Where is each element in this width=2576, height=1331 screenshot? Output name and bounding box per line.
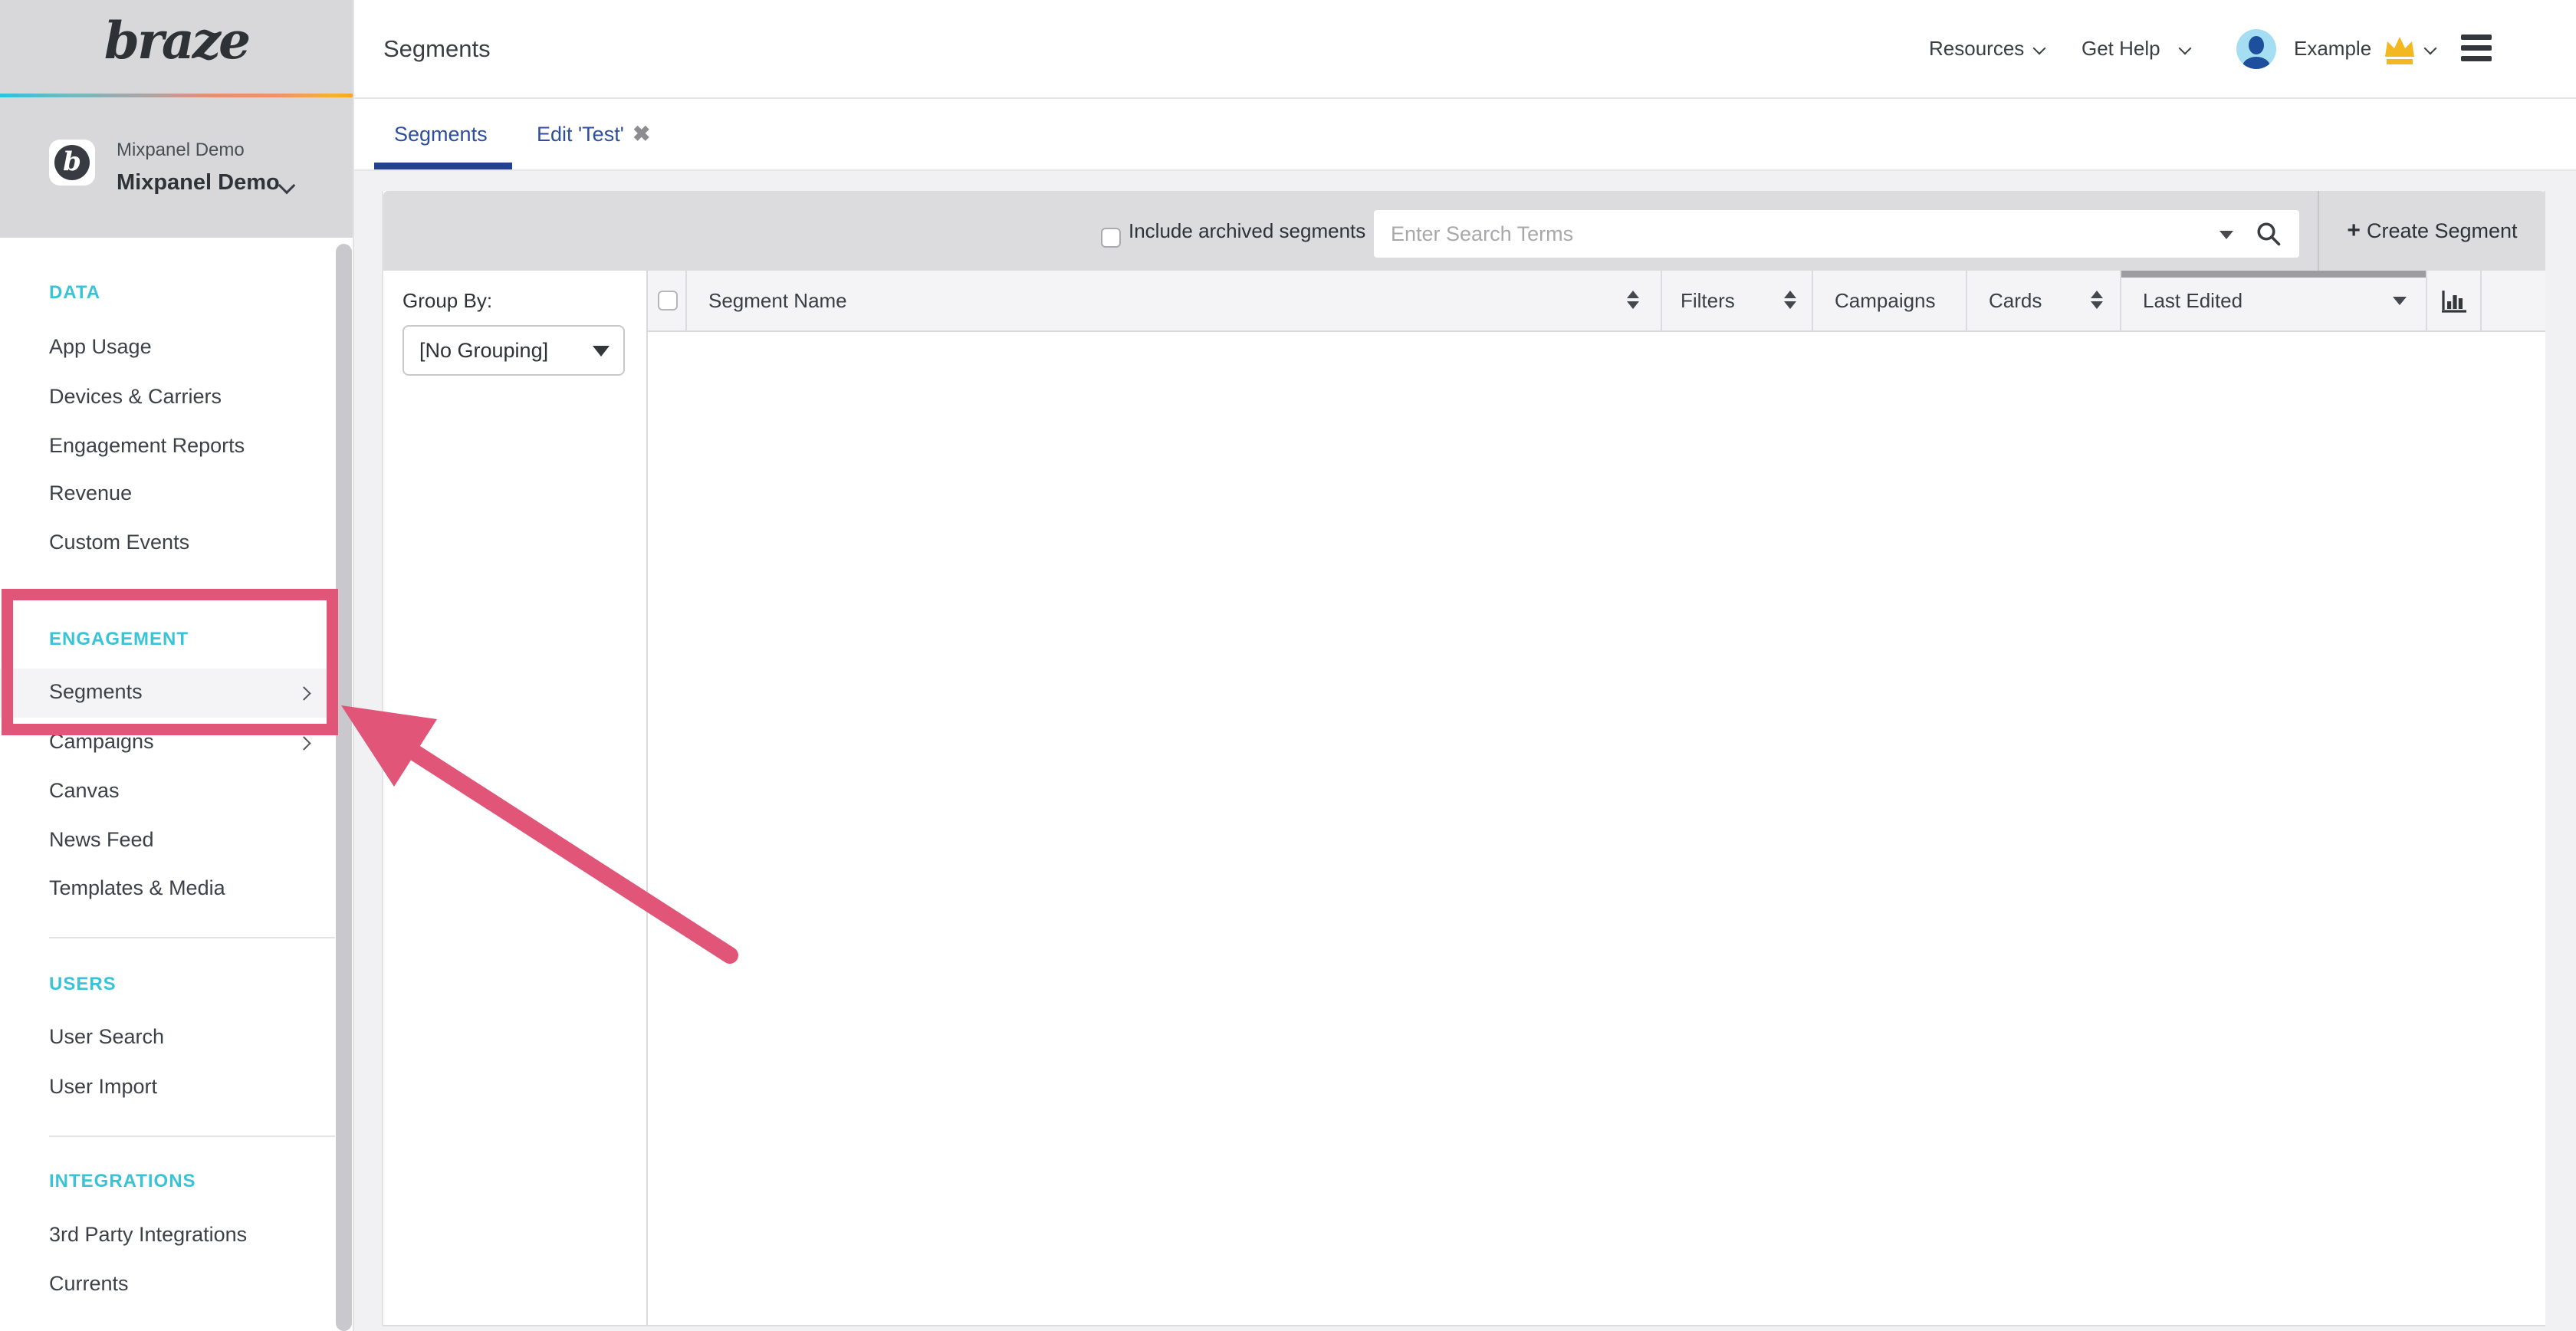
tab-edit-test[interactable]: Edit 'Test' (537, 99, 624, 169)
sidebar-item-segments-label[interactable]: Segments (49, 680, 143, 704)
sidebar-scrollbar[interactable] (336, 244, 352, 1331)
workspace-avatar[interactable]: b (49, 140, 95, 186)
braze-dashboard: { "brand": { "logo_text": "braze", "work… (0, 0, 2576, 1331)
workspace-company-label: Mixpanel Demo (117, 140, 245, 161)
select-caret-icon (593, 346, 610, 357)
column-analytics[interactable] (2427, 271, 2482, 332)
chevron-down-icon (2179, 42, 2192, 55)
sidebar-item-campaigns[interactable]: Campaigns (49, 730, 154, 754)
sort-icon[interactable] (1627, 291, 1639, 309)
column-campaigns[interactable]: Campaigns (1813, 271, 1967, 332)
column-segment-name[interactable]: Segment Name (687, 271, 1662, 332)
tab-segments[interactable]: Segments (394, 99, 488, 169)
sidebar: braze b Mixpanel Demo Mixpanel Demo DATA… (0, 0, 354, 1331)
sidebar-item-custom-events[interactable]: Custom Events (49, 531, 189, 554)
active-tab-underline (374, 163, 512, 169)
column-spacer (2482, 271, 2545, 332)
plus-icon: + (2347, 218, 2361, 243)
user-avatar[interactable] (2236, 29, 2276, 69)
sidebar-item-user-import[interactable]: User Import (49, 1075, 157, 1099)
sidebar-item-engagement-reports[interactable]: Engagement Reports (49, 434, 245, 458)
select-all-checkbox[interactable] (658, 291, 678, 311)
avatar-person-icon (2242, 57, 2270, 69)
section-header-engagement: ENGAGEMENT (49, 629, 189, 650)
sidebar-item-user-search[interactable]: User Search (49, 1025, 164, 1049)
braze-logo: braze (0, 11, 353, 71)
topbar: Segments Resources Get Help Example (354, 0, 2576, 99)
workspace-avatar-letter: b (54, 145, 90, 180)
bar-chart-icon (2442, 289, 2468, 314)
sidebar-item-canvas[interactable]: Canvas (49, 779, 120, 803)
close-tab-icon[interactable]: ✖ (632, 99, 650, 169)
search-icon[interactable] (2255, 220, 2282, 248)
segments-panel: Include archived segments + Create Segmen… (382, 191, 2545, 1326)
column-label: Segment Name (708, 271, 847, 330)
tabbar: Segments Edit 'Test' ✖ (354, 99, 2576, 171)
column-cards[interactable]: Cards (1967, 271, 2121, 332)
chevron-right-icon (297, 736, 310, 750)
group-by-select[interactable]: [No Grouping] (402, 325, 625, 376)
section-header-data: DATA (49, 282, 100, 304)
column-label: Campaigns (1835, 271, 1936, 330)
sidebar-item-news-feed[interactable]: News Feed (49, 828, 154, 852)
workspace-switcher[interactable]: Mixpanel Demo (117, 170, 280, 196)
sidebar-item-devices-carriers[interactable]: Devices & Carriers (49, 385, 222, 409)
sidebar-header: braze b Mixpanel Demo Mixpanel Demo (0, 0, 353, 238)
sort-icon[interactable] (1784, 291, 1796, 309)
sidebar-item-app-usage[interactable]: App Usage (49, 335, 152, 359)
user-name-label[interactable]: Example (2294, 0, 2371, 97)
brand-gradient-divider (0, 94, 353, 97)
sidebar-item-3rd-party-integrations[interactable]: 3rd Party Integrations (49, 1223, 247, 1247)
search-input[interactable] (1391, 210, 2196, 258)
chevron-down-icon (2033, 42, 2046, 55)
divider (49, 1135, 335, 1137)
crown-icon (2382, 34, 2417, 66)
sidebar-item-currents[interactable]: Currents (49, 1272, 129, 1296)
get-help-menu[interactable]: Get Help (2082, 0, 2160, 97)
group-by-label: Group By: (402, 289, 492, 313)
section-header-users: USERS (49, 974, 117, 995)
chevron-down-icon (2424, 42, 2437, 55)
page-title: Segments (383, 0, 491, 97)
column-filters[interactable]: Filters (1662, 271, 1813, 332)
select-all-column (648, 271, 687, 332)
hamburger-menu-icon[interactable] (2461, 35, 2492, 64)
create-segment-button[interactable]: + Create Segment (2319, 191, 2545, 271)
segments-table-body (648, 332, 2545, 1325)
column-label: Last Edited (2143, 271, 2242, 330)
avatar-person-icon (2249, 36, 2264, 54)
group-by-panel: Group By: [No Grouping] (383, 271, 648, 1325)
include-archived-checkbox[interactable] (1101, 228, 1121, 248)
sidebar-item-templates-media[interactable]: Templates & Media (49, 876, 225, 900)
section-header-integrations: INTEGRATIONS (49, 1171, 196, 1192)
sort-icon[interactable] (2091, 291, 2103, 309)
column-label: Cards (1989, 271, 2042, 330)
sort-desc-icon[interactable] (2393, 297, 2407, 305)
create-segment-label: Create Segment (2367, 219, 2518, 242)
segments-toolbar: Include archived segments + Create Segmen… (383, 191, 2545, 271)
group-by-selected-value: [No Grouping] (419, 327, 548, 374)
include-archived-label: Include archived segments (1129, 191, 1365, 271)
column-last-edited[interactable]: Last Edited (2121, 271, 2427, 332)
segments-table-header: Segment Name Filters Campaigns Cards Las… (648, 271, 2545, 332)
sidebar-item-revenue[interactable]: Revenue (49, 481, 132, 505)
divider (49, 937, 335, 938)
search-box (1374, 210, 2299, 258)
chevron-down-icon (278, 177, 296, 195)
column-label: Filters (1681, 271, 1735, 330)
search-dropdown-caret-icon[interactable] (2220, 231, 2233, 239)
resources-menu[interactable]: Resources (1929, 0, 2024, 97)
